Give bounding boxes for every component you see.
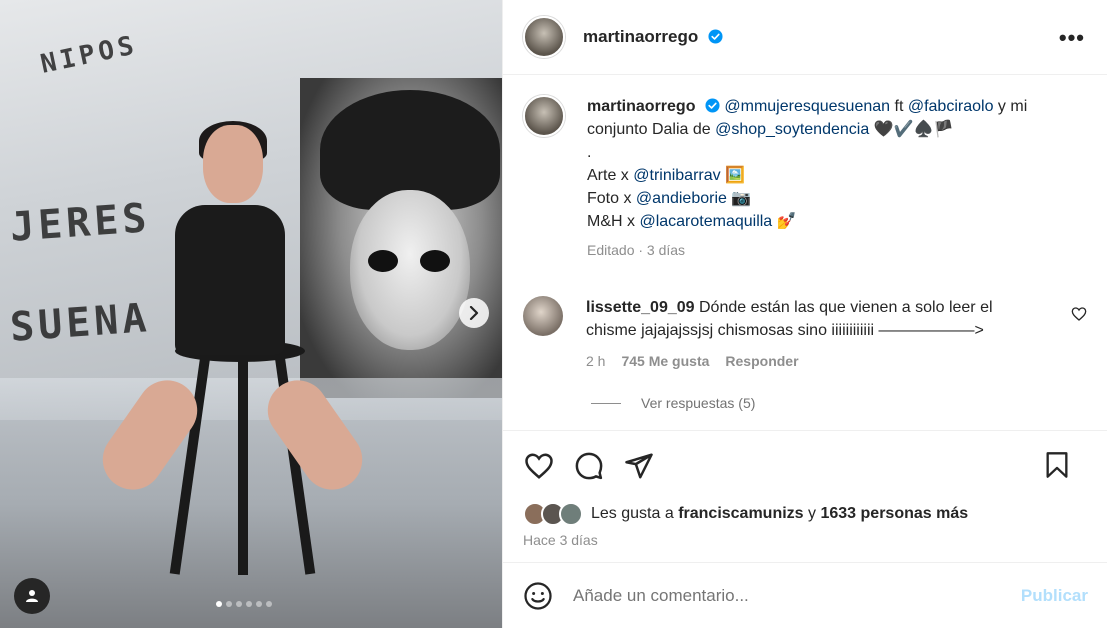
commenter-avatar[interactable] (523, 296, 563, 336)
like-button[interactable] (523, 450, 555, 482)
likes-conj: y (808, 505, 817, 522)
comment-like-heart-icon[interactable] (1071, 306, 1087, 322)
more-options-button[interactable]: ••• (1059, 25, 1085, 51)
mention-link[interactable]: @andieborie (636, 190, 727, 207)
view-replies-label[interactable]: Ver respuestas (5) (641, 395, 755, 411)
caption-block: martinaorrego @mmujeresquesuenan ft @fab… (523, 95, 1087, 262)
comments-section: martinaorrego @mmujeresquesuenan ft @fab… (503, 75, 1107, 430)
camera-emoji-icon: 📷 (731, 190, 752, 207)
verified-badge-icon (705, 98, 720, 113)
replies-divider (591, 402, 621, 404)
carousel-dot (256, 601, 262, 607)
liker-avatar (559, 502, 583, 526)
comment-time: 2 h (586, 353, 606, 369)
comment-item: lissette_09_09 Dónde están las que viene… (523, 296, 1087, 373)
caption-text: martinaorrego @mmujeresquesuenan ft @fab… (587, 95, 1087, 262)
carousel-dot (246, 601, 252, 607)
poster-eye (420, 250, 450, 272)
view-replies-button[interactable]: Ver respuestas (5) (591, 395, 1087, 411)
poster-face (350, 190, 470, 350)
post-date[interactable]: Hace 3 días (503, 532, 1107, 548)
carousel-dots (216, 601, 272, 607)
share-button[interactable] (623, 450, 655, 482)
caption-emojis: 🖤✔️♠️🏴 (873, 121, 954, 138)
mention-link[interactable]: @trinibarrav (633, 167, 720, 184)
bookmark-icon (1046, 452, 1068, 478)
carousel-dot (236, 601, 242, 607)
nail-emoji-icon: 💅 (776, 213, 797, 230)
person-head (203, 125, 263, 203)
likes-prefix: Les gusta a (591, 505, 674, 522)
caption-word: Foto x (587, 190, 632, 207)
caption-dot: . (587, 144, 592, 161)
graffiti-text: SUENA (8, 295, 152, 351)
post-photo[interactable]: NIPOS JERES SUENA (0, 0, 502, 628)
verified-badge-icon (708, 29, 723, 44)
instagram-post-view: NIPOS JERES SUENA martinaorrego ••• mart… (0, 0, 1107, 628)
comment-meta: 2 h 745 Me gusta Responder (586, 350, 1026, 373)
reply-button[interactable]: Responder (725, 350, 798, 373)
frame-emoji-icon: 🖼️ (725, 167, 745, 184)
emoji-smile-icon[interactable] (523, 581, 553, 611)
caption-username[interactable]: martinaorrego (587, 98, 695, 115)
person-torso (175, 205, 285, 355)
tagged-users-button[interactable] (14, 578, 50, 614)
photo-person (91, 121, 374, 502)
mention-link[interactable]: @lacarotemaquilla (639, 213, 772, 230)
caption-word: ft (894, 98, 904, 115)
likes-others[interactable]: 1633 personas más (820, 505, 968, 523)
caption-word: Arte x (587, 167, 629, 184)
carousel-dot (226, 601, 232, 607)
caption-meta: Editado · 3 días (587, 242, 686, 258)
mention-link[interactable]: @fabciraolo (908, 98, 994, 115)
next-image-button[interactable] (459, 298, 489, 328)
comment-bubble-icon (575, 452, 603, 479)
carousel-dot (216, 601, 222, 607)
comment-input[interactable] (573, 585, 1021, 606)
graffiti-text: JERES (8, 195, 152, 251)
author-username-text[interactable]: martinaorrego (583, 27, 698, 46)
post-side-panel: martinaorrego ••• martinaorrego @mmujere… (502, 0, 1107, 628)
action-bar (503, 430, 1107, 500)
comment-button[interactable] (573, 450, 605, 482)
likers-avatars[interactable] (523, 502, 583, 526)
author-avatar[interactable] (523, 16, 565, 58)
liker-username[interactable]: franciscamunizs (678, 505, 803, 523)
commenter-username[interactable]: lissette_09_09 (586, 299, 695, 316)
mention-link[interactable]: @shop_soytendencia (715, 121, 869, 138)
chevron-right-icon (469, 306, 479, 320)
author-username[interactable]: martinaorrego (583, 27, 723, 47)
paper-plane-icon (625, 453, 653, 478)
comment-likes[interactable]: 745 Me gusta (621, 350, 709, 373)
caption-avatar[interactable] (523, 95, 565, 137)
heart-icon (525, 452, 553, 479)
comment-body: lissette_09_09 Dónde están las que viene… (586, 296, 1026, 373)
add-comment-bar: Publicar (503, 562, 1107, 628)
post-header: martinaorrego ••• (503, 0, 1107, 75)
poster-eye (368, 250, 398, 272)
carousel-dot (266, 601, 272, 607)
post-comment-button[interactable]: Publicar (1021, 586, 1088, 606)
caption-word: M&H x (587, 213, 635, 230)
mention-link[interactable]: @mmujeresquesuenan (724, 98, 890, 115)
user-icon (26, 590, 38, 602)
save-button[interactable] (1041, 449, 1073, 481)
likes-summary: Les gusta a franciscamunizs y 1633 perso… (503, 500, 1107, 528)
